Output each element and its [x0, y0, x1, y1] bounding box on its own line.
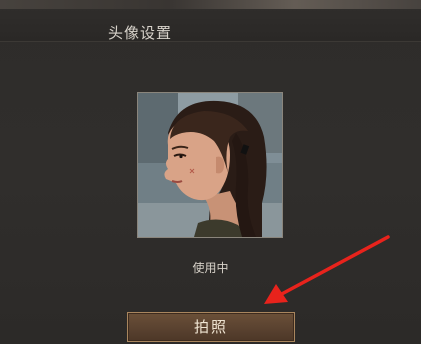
page-title: 头像设置 [108, 24, 173, 42]
take-photo-button[interactable]: 拍照 [127, 312, 295, 342]
avatar-image [138, 93, 282, 237]
avatar-status-label: 使用中 [192, 261, 229, 275]
header-bar: 头像设置 [0, 9, 421, 42]
avatar-portrait [137, 92, 283, 238]
avatar-settings-screen: 头像设置 使用中 拍照 [0, 0, 421, 344]
background-scene-strip [0, 0, 421, 9]
